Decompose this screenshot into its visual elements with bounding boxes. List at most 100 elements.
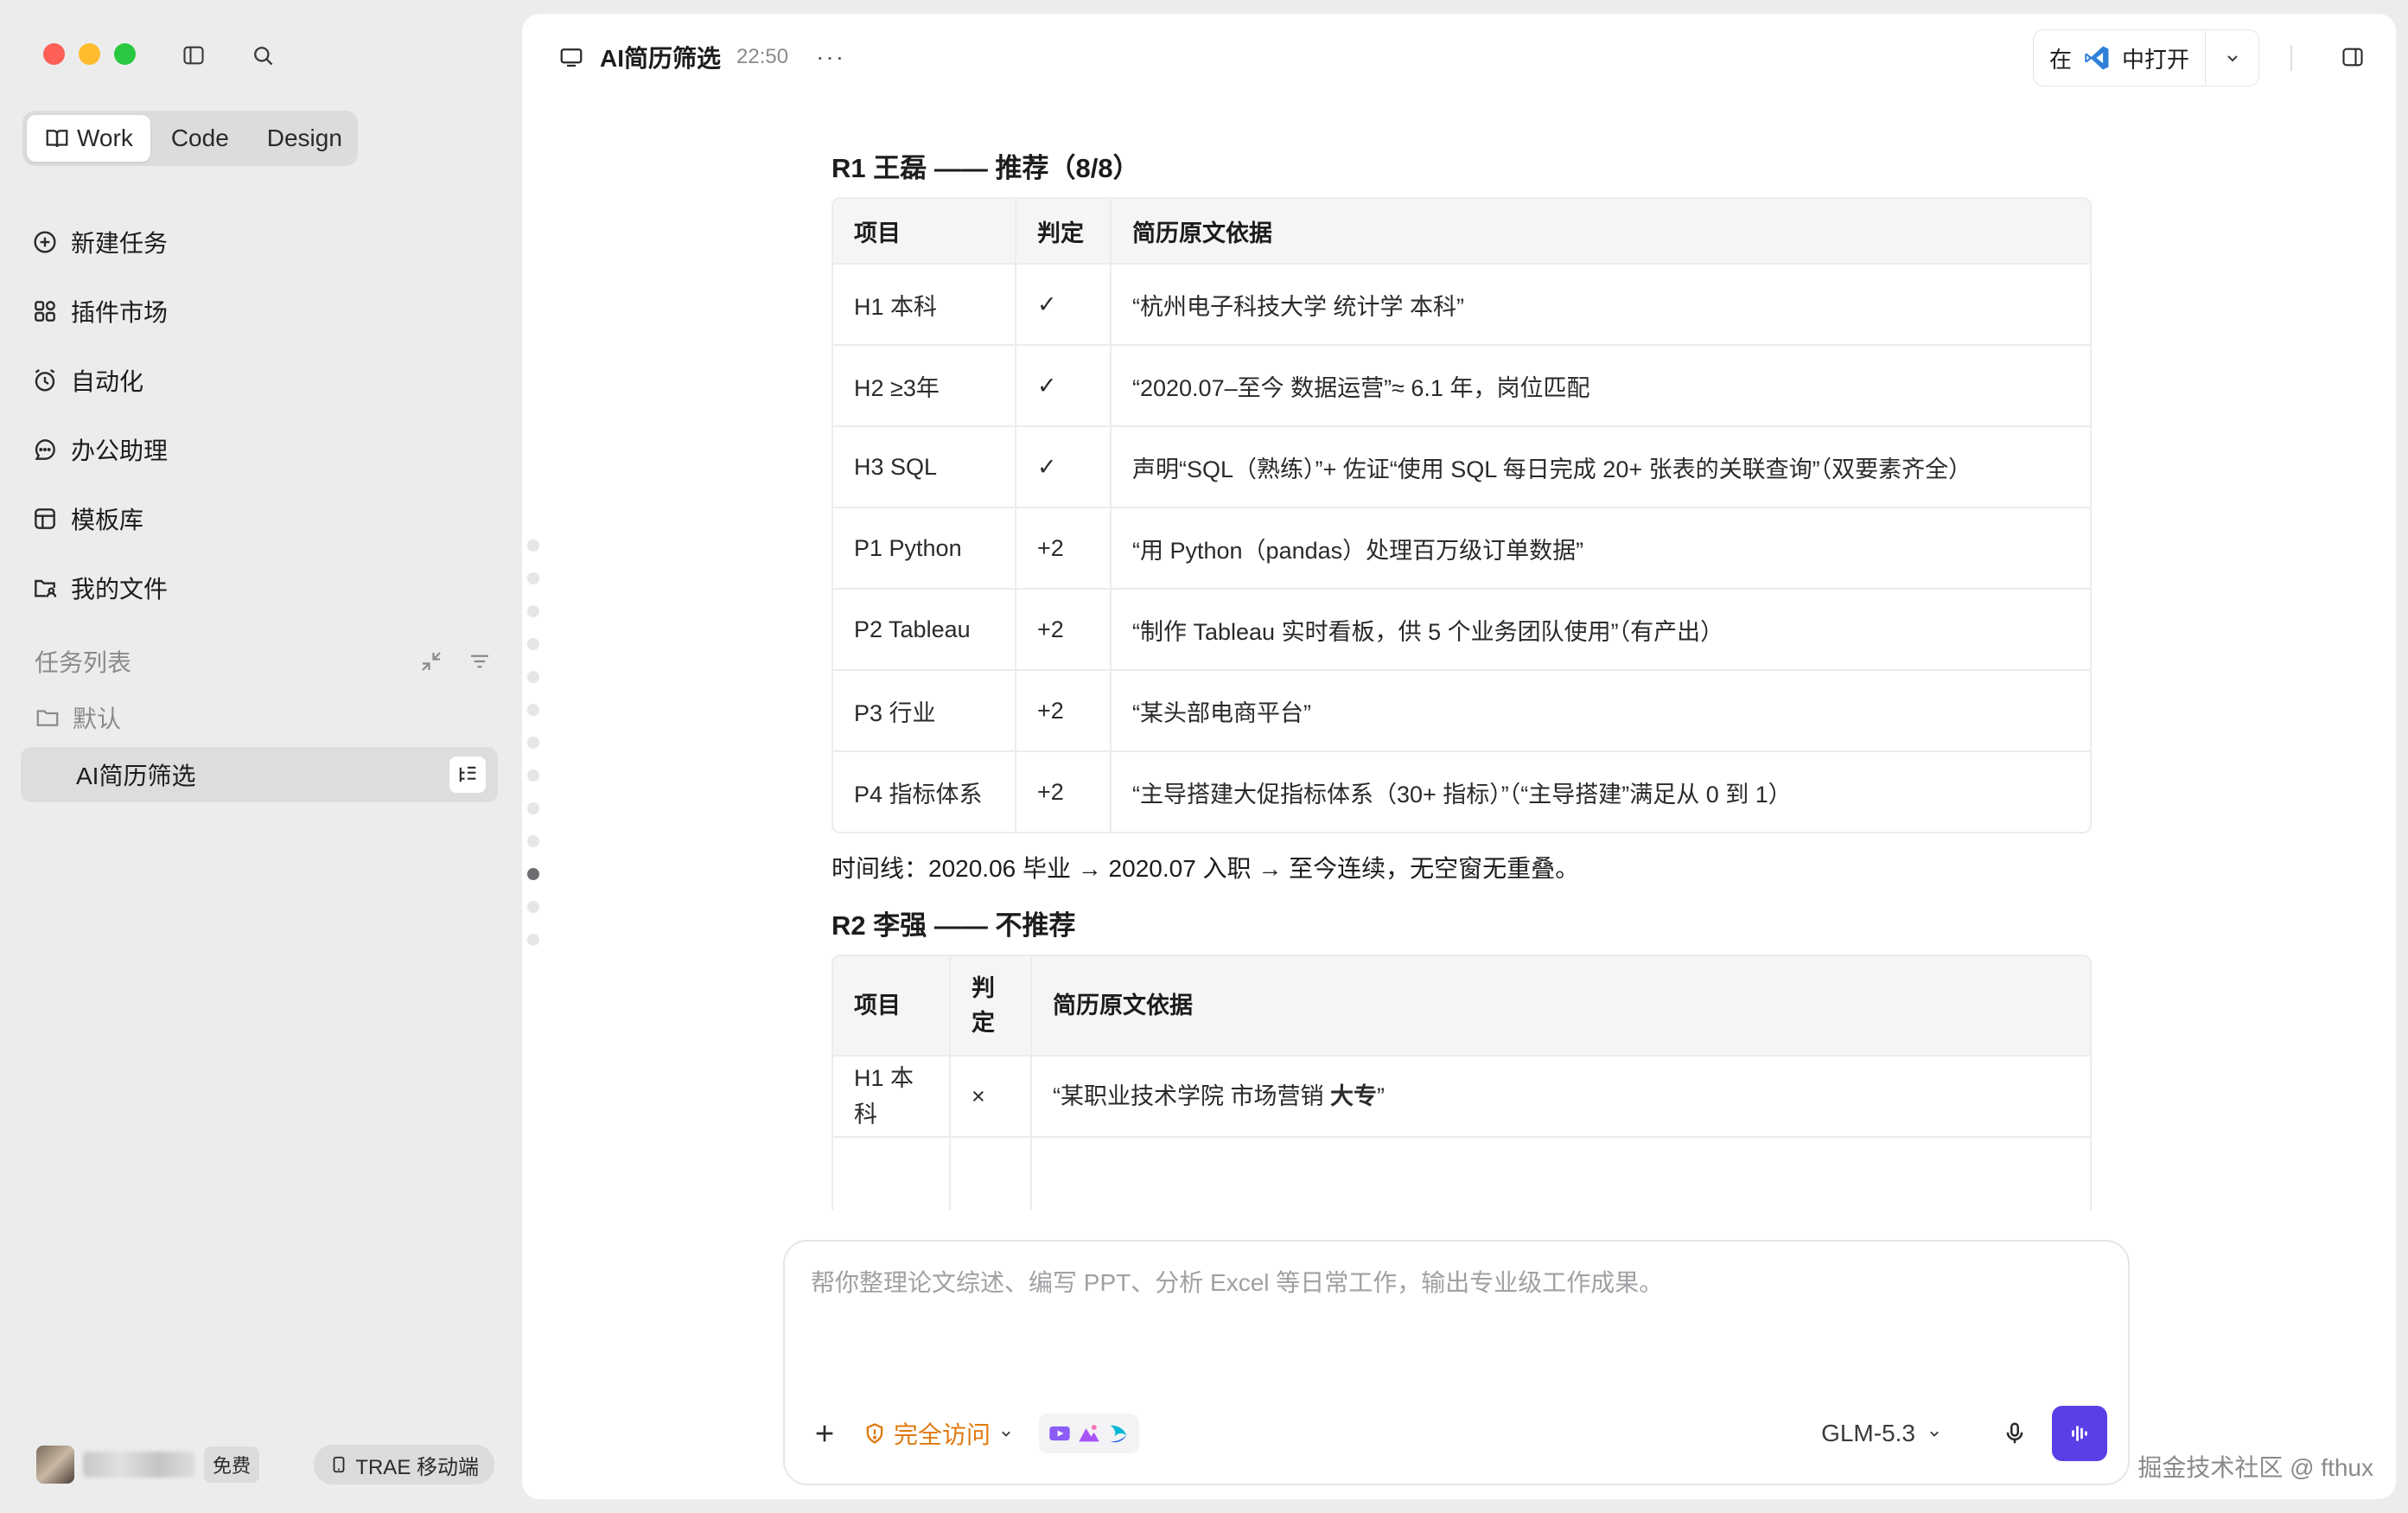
scroll-dot[interactable]	[527, 769, 539, 782]
nav-label: 自动化	[71, 368, 144, 395]
alarm-clock-icon	[35, 369, 55, 392]
nav-template-library[interactable]: 模板库	[31, 484, 498, 553]
tab-code[interactable]: Code	[154, 115, 246, 162]
creative-tools[interactable]	[1039, 1414, 1140, 1453]
scroll-dot[interactable]	[527, 835, 539, 847]
sidebar-footer: 免费 TRAE 移动端	[36, 1442, 494, 1487]
conversation-title: AI简历筛选	[600, 45, 722, 72]
scroll-dot-active[interactable]	[527, 868, 539, 880]
chevron-down-icon	[1002, 1431, 1010, 1437]
table-cell: H1 本科	[833, 1055, 951, 1136]
message-composer[interactable]: 帮你整理论文综述、编写 PPT、分析 Excel 等日常工作，输出专业级工作成果…	[783, 1240, 2130, 1485]
table-row: H1 本科 ✓ “杭州电子科技大学 统计学 本科”	[833, 263, 2090, 344]
plus-circle-icon	[34, 231, 56, 253]
design-tool-icon	[1110, 1425, 1127, 1443]
chat-bubble-icon	[35, 439, 55, 460]
table-cell: H1 本科	[833, 263, 1016, 344]
scroll-dot[interactable]	[527, 539, 539, 552]
nav-my-files[interactable]: 我的文件	[31, 553, 498, 622]
folder-default[interactable]: 默认	[35, 696, 121, 739]
close-window-button[interactable]	[43, 43, 65, 65]
evidence-text: “某职业技术学院 市场营销	[1053, 1083, 1330, 1109]
open-in-dropdown[interactable]	[2206, 30, 2258, 86]
scroll-dot[interactable]	[527, 671, 539, 683]
scroll-navigator	[527, 539, 539, 946]
sidebar-toggle-icon[interactable]	[176, 38, 211, 73]
add-attachment-icon[interactable]	[811, 1420, 838, 1447]
open-in-button[interactable]: 在 中打开	[2034, 30, 2207, 86]
task-list-title: 任务列表	[35, 649, 132, 676]
zoom-window-button[interactable]	[114, 43, 136, 65]
sidebar: Work Code Design 新建任务 插件市场 自动化 办公助理 模板库 …	[0, 0, 522, 1513]
nav-office-assistant[interactable]: 办公助理	[31, 415, 498, 484]
trae-mobile-button[interactable]: TRAE 移动端	[314, 1445, 494, 1484]
nav-plugin-market[interactable]: 插件市场	[31, 277, 498, 346]
video-tool-icon	[1049, 1426, 1070, 1441]
tab-work[interactable]: Work	[27, 115, 150, 162]
table-cell: +2	[1016, 588, 1112, 669]
minimize-window-button[interactable]	[79, 43, 100, 65]
table-cell: P1 Python	[833, 507, 1016, 588]
scroll-dot[interactable]	[527, 901, 539, 913]
table-cell: ✓	[1016, 425, 1112, 507]
main-panel: AI简历筛选 22:50 ··· 在 中打开 R1 王磊 —— 推荐（8/8） …	[522, 14, 2396, 1499]
table-cell: ✓	[1016, 263, 1112, 344]
scroll-dot[interactable]	[527, 638, 539, 650]
table-row: P3 行业 +2 “某头部电商平台”	[833, 669, 2090, 750]
monitor-icon	[560, 48, 583, 67]
chevron-down-icon	[1930, 1431, 1939, 1437]
table-cell	[833, 1136, 951, 1210]
column-header: 判定	[951, 956, 1032, 1055]
nav-new-task[interactable]: 新建任务	[31, 207, 498, 277]
more-options-button[interactable]: ···	[816, 43, 845, 71]
user-profile[interactable]: 免费	[36, 1446, 260, 1484]
table-cell: P4 指标体系	[833, 750, 1016, 832]
avatar	[36, 1446, 74, 1484]
table-cell	[1032, 1136, 2090, 1210]
task-outline-icon[interactable]	[449, 756, 486, 793]
table-cell: +2	[1016, 507, 1112, 588]
table-row: P4 指标体系 +2 “主导搭建大促指标体系（30+ 指标）”（“主导搭建”满足…	[833, 750, 2090, 832]
table-header-row: 项目 判定 简历原文依据	[833, 199, 2090, 263]
header-divider	[2290, 45, 2292, 71]
composer-input[interactable]: 帮你整理论文综述、编写 PPT、分析 Excel 等日常工作，输出专业级工作成果…	[811, 1264, 1663, 1299]
scroll-dot[interactable]	[527, 802, 539, 814]
composer-toolbar: 完全访问 GLM-5.3	[811, 1406, 2107, 1461]
access-mode-button[interactable]: 完全访问	[863, 1416, 1015, 1451]
table-row: H3 SQL ✓ 声明“SQL（熟练）”+ 佐证“使用 SQL 每日完成 20+…	[833, 425, 2090, 507]
table-header-row: 项目 判定 简历原文依据	[833, 956, 2090, 1055]
voice-send-button[interactable]	[2052, 1406, 2107, 1461]
table-cell: P3 行业	[833, 669, 1016, 750]
right-panel-toggle-icon[interactable]	[2335, 40, 2370, 74]
column-header: 简历原文依据	[1032, 956, 2090, 1055]
r1-table: 项目 判定 简历原文依据 H1 本科 ✓ “杭州电子科技大学 统计学 本科” H…	[831, 197, 2092, 833]
evidence-emphasis: 大专	[1330, 1083, 1377, 1109]
vscode-icon	[2085, 46, 2109, 70]
scroll-dot[interactable]	[527, 704, 539, 716]
user-name-redacted	[83, 1452, 195, 1478]
model-label: GLM-5.3	[1821, 1420, 1915, 1446]
folder-icon	[36, 710, 59, 726]
scroll-dot[interactable]	[527, 572, 539, 584]
window-controls	[43, 43, 136, 65]
scroll-dot[interactable]	[527, 605, 539, 617]
model-selector[interactable]: GLM-5.3	[1821, 1420, 1943, 1447]
nav-label: 我的文件	[71, 576, 169, 603]
table-cell: “用 Python（pandas）处理百万级订单数据”	[1112, 507, 2090, 588]
collapse-icon[interactable]	[418, 648, 444, 674]
table-row: H1 本科 × “某职业技术学院 市场营销 大专”	[833, 1055, 2090, 1136]
scroll-dot[interactable]	[527, 737, 539, 749]
nav-automation[interactable]: 自动化	[31, 346, 498, 415]
nav-label: 插件市场	[71, 299, 169, 326]
filter-icon[interactable]	[467, 648, 493, 674]
tab-design[interactable]: Design	[250, 115, 360, 162]
task-item-active[interactable]: AI简历筛选	[21, 747, 498, 802]
trae-mobile-label: TRAE 移动端	[355, 1455, 479, 1479]
open-in-prefix: 在	[2049, 46, 2073, 73]
task-list-header: 任务列表	[35, 640, 493, 683]
search-icon[interactable]	[245, 38, 280, 73]
table-cell: “杭州电子科技大学 统计学 本科”	[1112, 263, 2090, 344]
microphone-icon[interactable]	[2002, 1420, 2028, 1446]
scroll-dot[interactable]	[527, 934, 539, 946]
table-row: H2 ≥3年 ✓ “2020.07–至今 数据运营”≈ 6.1 年，岗位匹配	[833, 344, 2090, 425]
